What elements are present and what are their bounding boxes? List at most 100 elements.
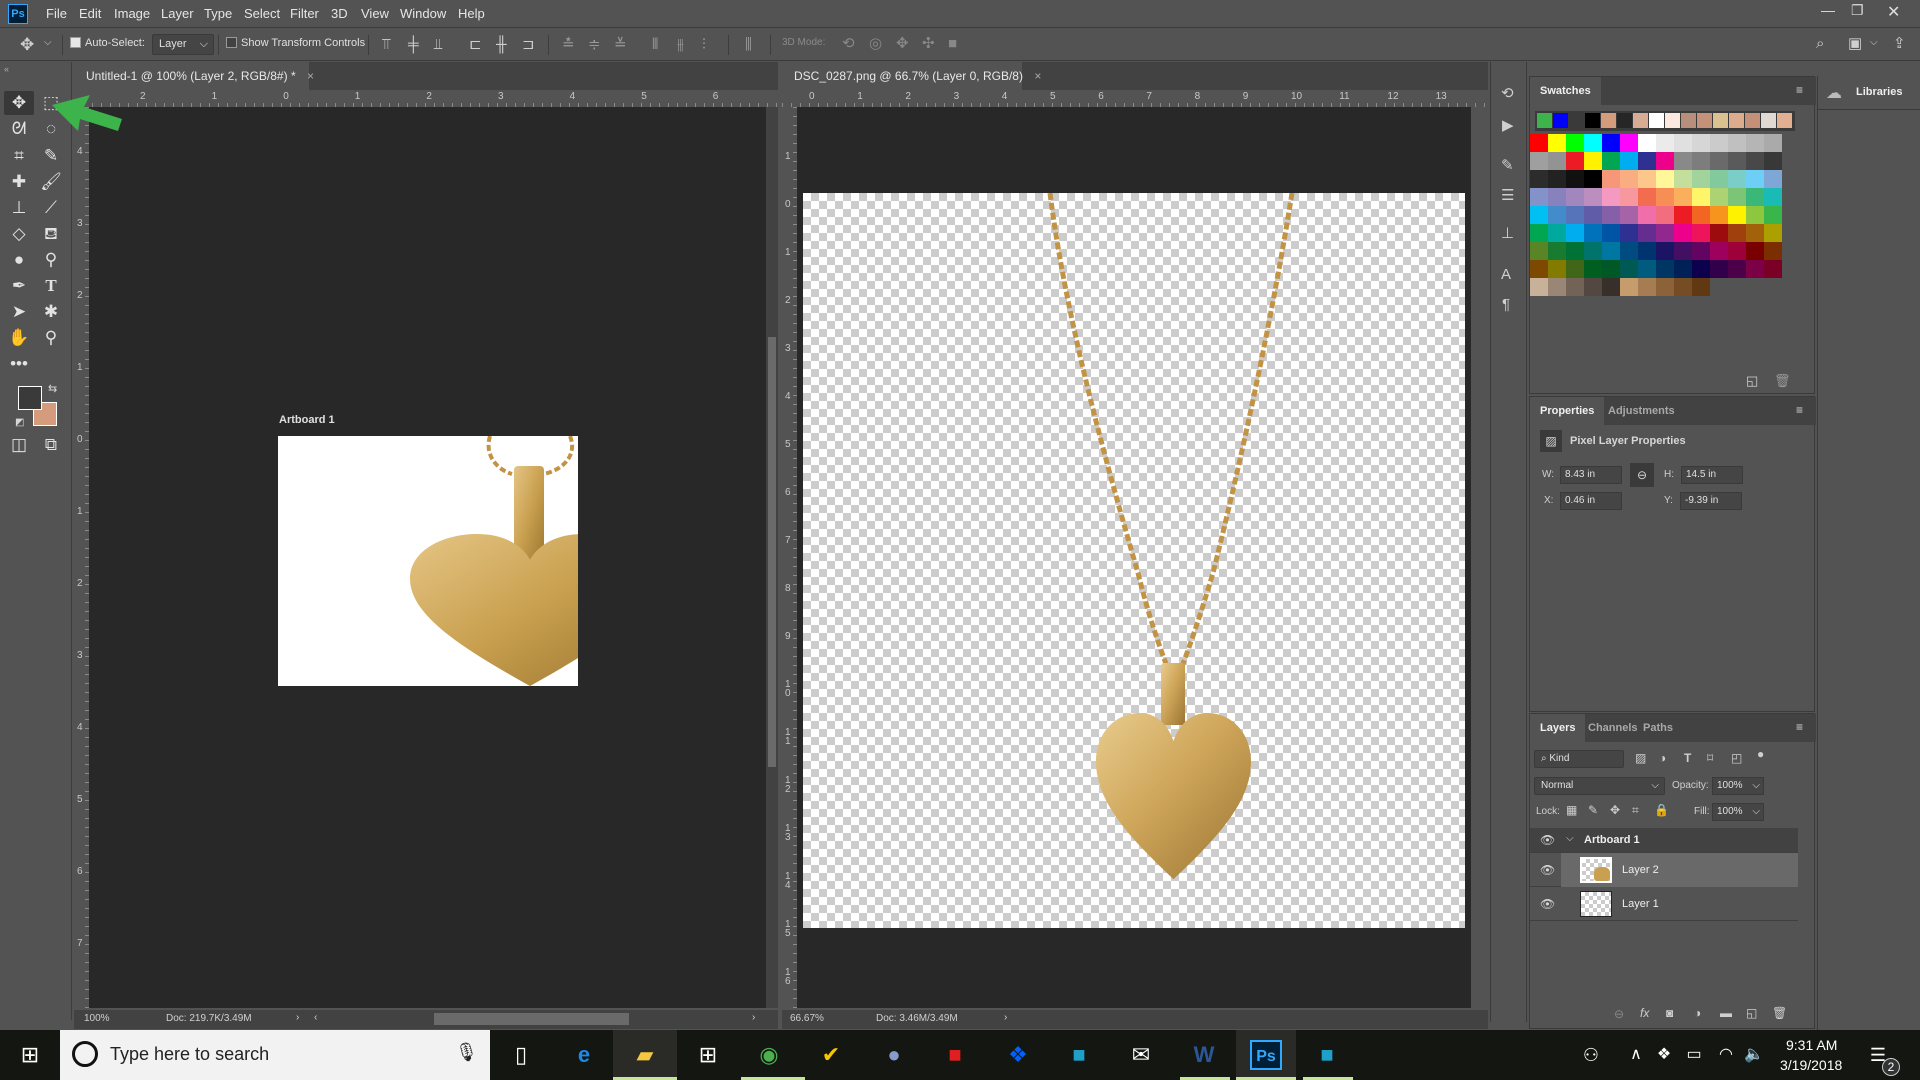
swatch[interactable] — [1584, 152, 1602, 170]
swatch[interactable] — [1530, 278, 1548, 296]
norton-icon[interactable]: ✔ — [815, 1040, 847, 1070]
swatch[interactable] — [1620, 242, 1638, 260]
menu-type[interactable]: Type — [204, 6, 232, 21]
microphone-icon[interactable]: 🎙 — [455, 1042, 478, 1063]
workspace-icon[interactable]: ▣ — [1848, 36, 1862, 51]
libraries-header[interactable]: ☁ Libraries — [1818, 76, 1920, 110]
actions-play-icon[interactable]: ▶ — [1502, 118, 1514, 133]
eye-icon[interactable]: 👁 — [1540, 833, 1555, 847]
swatch[interactable] — [1548, 224, 1566, 242]
swatch[interactable] — [1638, 170, 1656, 188]
brush-presets-icon[interactable]: ✎ — [1501, 158, 1514, 173]
swatch[interactable] — [1692, 260, 1710, 278]
swatch[interactable] — [1764, 206, 1782, 224]
scroll-left-icon[interactable]: ‹ — [314, 1012, 317, 1023]
layer-row-layer-1[interactable]: 👁 Layer 1 — [1530, 887, 1798, 921]
transparent-image-area[interactable] — [803, 192, 1465, 928]
delete-layer-icon[interactable]: 🗑 — [1772, 1007, 1787, 1019]
clone-stamp-tool-icon[interactable]: ⊥ — [4, 196, 34, 220]
swatch[interactable] — [1584, 242, 1602, 260]
swatch[interactable] — [1656, 152, 1674, 170]
swatch[interactable] — [1728, 260, 1746, 278]
swatch[interactable] — [1584, 224, 1602, 242]
layer-row-layer-2[interactable]: 👁 Layer 2 — [1530, 853, 1798, 887]
menu-layer[interactable]: Layer — [161, 6, 194, 21]
checkbox-checked-icon[interactable] — [70, 37, 81, 48]
history-brush-tool-icon[interactable]: ⟋ — [36, 196, 66, 220]
swatch[interactable] — [1761, 113, 1776, 128]
swatch[interactable] — [1602, 206, 1620, 224]
swap-colors-icon[interactable]: ⇆ — [48, 382, 57, 395]
swatch[interactable] — [1602, 188, 1620, 206]
swatch[interactable] — [1728, 152, 1746, 170]
tab-adjustments[interactable]: Adjustments — [1598, 397, 1685, 425]
swatch[interactable] — [1530, 242, 1548, 260]
3d-pan-icon[interactable]: ✥ — [896, 36, 909, 51]
swatch[interactable] — [1602, 224, 1620, 242]
swatch[interactable] — [1584, 278, 1602, 296]
x-field[interactable]: 0.46 in — [1560, 492, 1622, 510]
align-right-icon[interactable]: ⊐ — [522, 37, 535, 52]
panel-menu-icon[interactable]: ≡ — [1796, 403, 1803, 417]
filter-pixel-icon[interactable]: ▨ — [1635, 752, 1646, 764]
new-layer-icon[interactable]: ◱ — [1746, 1007, 1757, 1019]
swatch[interactable] — [1566, 224, 1584, 242]
swatch[interactable] — [1566, 260, 1584, 278]
close-tab-icon[interactable]: × — [307, 69, 314, 83]
people-icon[interactable]: ⚇ — [1575, 1040, 1607, 1070]
swatch[interactable] — [1674, 242, 1692, 260]
swatch[interactable] — [1764, 134, 1782, 152]
align-vertical-center-icon[interactable]: ╪ — [408, 37, 419, 52]
zoom-tool-icon[interactable]: ⚲ — [36, 326, 66, 350]
lock-position-icon[interactable]: ✥ — [1610, 804, 1620, 816]
menu-file[interactable]: File — [46, 6, 67, 21]
menu-select[interactable]: Select — [244, 6, 280, 21]
checkbox-unchecked-icon[interactable] — [226, 37, 237, 48]
task-view-icon[interactable]: ▯ — [505, 1040, 537, 1070]
dodge-tool-icon[interactable]: ⚲ — [36, 248, 66, 272]
swatch[interactable] — [1602, 170, 1620, 188]
swatch[interactable] — [1602, 260, 1620, 278]
swatch[interactable] — [1537, 113, 1552, 128]
windows-start-icon[interactable]: ⊞ — [14, 1040, 46, 1070]
swatch[interactable] — [1710, 170, 1728, 188]
swatch[interactable] — [1746, 134, 1764, 152]
type-tool-icon[interactable]: T — [36, 274, 66, 298]
swatch[interactable] — [1674, 224, 1692, 242]
swatch[interactable] — [1692, 170, 1710, 188]
distribute-bottom-icon[interactable]: ≚ — [614, 37, 627, 52]
swatch[interactable] — [1566, 206, 1584, 224]
tab-swatches[interactable]: Swatches — [1530, 77, 1601, 105]
swatch[interactable] — [1729, 113, 1744, 128]
path-selection-tool-icon[interactable]: ➤ — [4, 300, 34, 324]
tab-paths[interactable]: Paths — [1633, 714, 1683, 742]
more-tools-icon[interactable]: ••• — [4, 352, 34, 376]
3d-orbit-icon[interactable]: ⟲ — [842, 36, 855, 51]
lock-all-icon[interactable]: 🔒 — [1654, 804, 1669, 816]
menu-image[interactable]: Image — [114, 6, 150, 21]
dropbox-tray-icon[interactable]: ❖ — [1648, 1040, 1680, 1070]
swatch[interactable] — [1548, 134, 1566, 152]
swatch[interactable] — [1746, 260, 1764, 278]
distribute-vcenter-icon[interactable]: ≑ — [588, 37, 601, 52]
align-horizontal-center-icon[interactable]: ╫ — [496, 37, 507, 52]
close-tab-icon[interactable]: × — [1034, 69, 1041, 83]
swatch[interactable] — [1777, 113, 1792, 128]
swatch[interactable] — [1710, 242, 1728, 260]
lasso-tool-icon[interactable]: ᘛ — [4, 117, 34, 141]
swatch[interactable] — [1674, 134, 1692, 152]
photoshop-icon[interactable]: Ps — [1250, 1040, 1282, 1070]
history-icon[interactable]: ⟲ — [1501, 86, 1514, 101]
new-swatch-icon[interactable]: ◱ — [1746, 374, 1758, 387]
tab-properties[interactable]: Properties — [1530, 397, 1605, 425]
swatch[interactable] — [1620, 152, 1638, 170]
swatch[interactable] — [1692, 242, 1710, 260]
menu-filter[interactable]: Filter — [290, 6, 319, 21]
character-icon[interactable]: A — [1501, 267, 1511, 282]
opacity-field[interactable]: 100% ⌵ — [1712, 777, 1764, 795]
artboard[interactable] — [278, 436, 578, 686]
word-icon[interactable]: W — [1188, 1040, 1220, 1070]
add-mask-icon[interactable]: ◙ — [1666, 1007, 1673, 1019]
swatch[interactable] — [1697, 113, 1712, 128]
edge-icon[interactable]: e — [568, 1040, 600, 1070]
